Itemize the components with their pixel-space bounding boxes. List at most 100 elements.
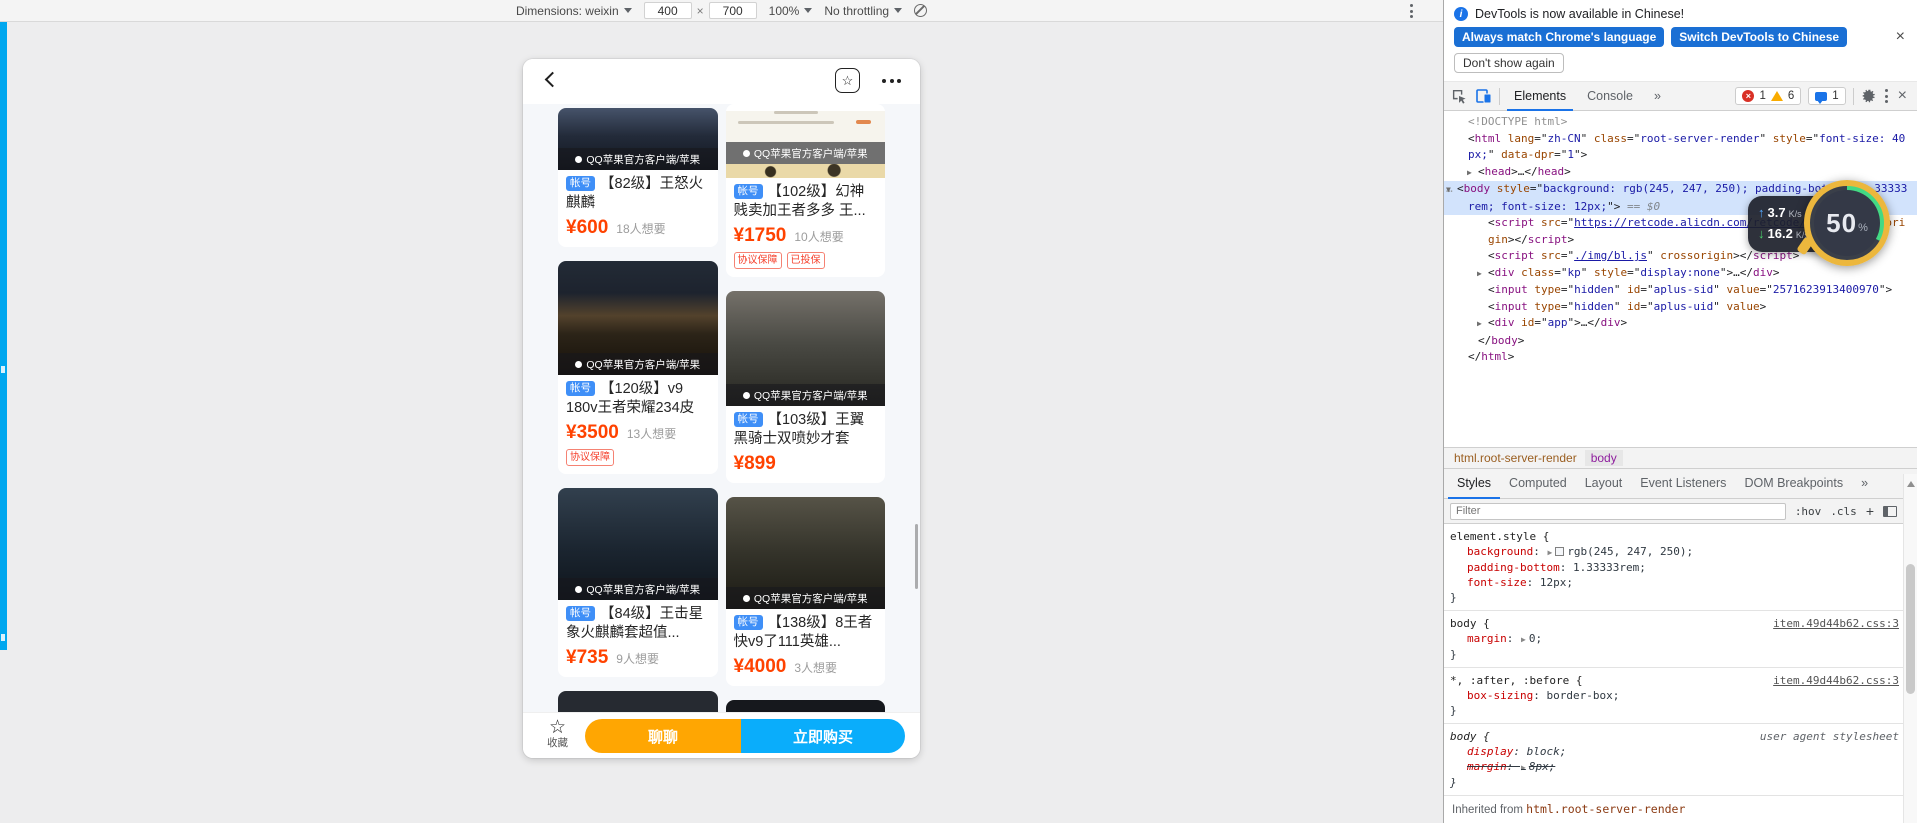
gear-icon[interactable] (1861, 88, 1878, 105)
tab-event-listeners[interactable]: Event Listeners (1631, 469, 1735, 499)
product-price: ¥3500 (566, 422, 619, 444)
phone-scrollbar-thumb[interactable] (915, 524, 918, 589)
tab-dom-breakpoints[interactable]: DOM Breakpoints (1735, 469, 1852, 499)
chat-button[interactable]: 聊聊 (585, 719, 741, 753)
breadcrumb-body[interactable]: body (1585, 450, 1623, 466)
style-rule[interactable]: user agent stylesheetbody {display: bloc… (1444, 724, 1903, 796)
account-badge: 帐号 (734, 184, 763, 199)
expand-arrow-icon: ▼ (1446, 182, 1457, 199)
account-badge: 帐号 (566, 381, 595, 396)
product-card[interactable]: QQ苹果官方客户端/苹果 帐号【138级】8王者 快v9了111英雄... ¥4… (726, 497, 886, 686)
upload-arrow-icon: ↑ (1758, 203, 1765, 223)
product-card-partial[interactable] (726, 700, 886, 712)
product-card-partial[interactable] (558, 691, 718, 712)
notification-close-icon[interactable]: × (1896, 30, 1905, 44)
tree-line[interactable]: </body> (1444, 333, 1917, 350)
more-sidebar-tabs-icon[interactable]: » (1852, 469, 1877, 499)
more-tabs-icon[interactable]: » (1647, 82, 1668, 111)
devtools-close-icon[interactable]: × (1895, 87, 1910, 105)
tree-line[interactable]: <input type="hidden" id="aplus-sid" valu… (1444, 282, 1917, 299)
style-property[interactable]: margin: ▶8px; (1450, 759, 1899, 775)
style-property[interactable]: padding-bottom: 1.33333rem; (1450, 560, 1899, 575)
style-rule[interactable]: item.49d44b62.css:3body {margin: ▶0;} (1444, 611, 1903, 668)
style-rule[interactable]: element.style {background: ▶rgb(245, 247… (1444, 524, 1903, 611)
apple-icon (743, 595, 750, 602)
throttling-select[interactable]: No throttling (824, 4, 902, 18)
no-throttle-icon[interactable] (914, 4, 927, 17)
style-property[interactable]: background: ▶rgb(245, 247, 250); (1450, 544, 1899, 560)
hov-toggle[interactable]: :hov (1795, 505, 1822, 518)
product-price: ¥899 (734, 453, 776, 475)
scroll-up-icon[interactable] (1907, 481, 1915, 487)
stylesheet-link[interactable]: user agent stylesheet (1760, 729, 1899, 744)
sidebar-pane-icon[interactable] (1883, 506, 1897, 517)
tab-console[interactable]: Console (1580, 82, 1640, 111)
style-property[interactable]: margin: ▶0; (1450, 631, 1899, 647)
styles-rules: element.style {background: ▶rgb(245, 247… (1444, 524, 1917, 823)
styles-scrollbar[interactable] (1903, 474, 1917, 823)
style-property[interactable]: font-size: 12px; (1450, 575, 1899, 590)
gauge-percent: 50 (1826, 208, 1857, 239)
dimensions-select[interactable]: Dimensions: weixin (516, 4, 632, 18)
stylesheet-link[interactable]: item.49d44b62.css:3 (1773, 673, 1899, 688)
device-toolbar-icon[interactable] (1475, 88, 1492, 105)
stylesheet-link[interactable]: item.49d44b62.css:3 (1773, 616, 1899, 631)
tab-layout[interactable]: Layout (1576, 469, 1632, 499)
app-header: ☆ (523, 59, 920, 104)
match-language-button[interactable]: Always match Chrome's language (1454, 27, 1664, 47)
product-card[interactable]: QQ苹果官方客户端/苹果 帐号【84级】王击星象火麒麟套超值... ¥735 9… (558, 488, 718, 677)
styles-filter-input[interactable] (1450, 503, 1786, 520)
info-icon: i (1454, 7, 1468, 21)
product-card[interactable]: QQ苹果官方客户端/苹果 帐号【103级】王翼黑骑士双喷妙才套 ¥899 (726, 291, 886, 483)
tree-line[interactable]: <input type="hidden" id="aplus-uid" valu… (1444, 299, 1917, 316)
devtools-kebab-menu[interactable] (1885, 89, 1888, 103)
inspect-element-icon[interactable] (1451, 88, 1468, 105)
tree-line[interactable]: ▶<head>…</head> (1444, 164, 1917, 182)
scrollbar-thumb[interactable] (1906, 564, 1915, 694)
product-card[interactable]: QQ苹果官方客户端/苹果 帐号【102级】幻神贱卖加王者多多 王... ¥175… (726, 104, 886, 277)
breadcrumb-html[interactable]: html.root-server-render (1450, 450, 1581, 466)
apple-icon (743, 392, 750, 399)
image-watermark: QQ苹果官方客户端/苹果 (726, 587, 886, 609)
device-width-input[interactable] (644, 2, 692, 19)
style-property[interactable]: box-sizing: border-box; (1450, 688, 1899, 703)
product-feed[interactable]: QQ苹果官方客户端/苹果 帐号【82级】王怒火麒麟 ¥600 18人想要 (523, 104, 920, 712)
more-menu-icon[interactable] (882, 79, 901, 83)
product-image: QQ苹果官方客户端/苹果 (558, 488, 718, 600)
dont-show-again-button[interactable]: Don't show again (1454, 53, 1564, 73)
product-card[interactable]: QQ苹果官方客户端/苹果 帐号【120级】v9 180v王者荣耀234皮 ¥35… (558, 261, 718, 474)
product-image: QQ苹果官方客户端/苹果 (726, 291, 886, 406)
image-watermark: QQ苹果官方客户端/苹果 (726, 142, 886, 164)
toolbar-kebab-menu[interactable] (1410, 4, 1413, 18)
tree-line[interactable]: ▶<div class="kp" style="display:none">…<… (1444, 265, 1917, 283)
tab-styles[interactable]: Styles (1448, 469, 1500, 499)
product-card[interactable]: QQ苹果官方客户端/苹果 帐号【82级】王怒火麒麟 ¥600 18人想要 (558, 108, 718, 247)
back-icon[interactable] (545, 72, 561, 88)
style-rule[interactable]: item.49d44b62.css:3*, :after, :before {b… (1444, 668, 1903, 724)
cls-toggle[interactable]: .cls (1830, 505, 1857, 518)
favorite-button[interactable]: ☆ 收藏 (547, 717, 568, 749)
tab-computed[interactable]: Computed (1500, 469, 1576, 499)
tab-elements[interactable]: Elements (1507, 82, 1573, 111)
console-status-badges[interactable]: × 1 6 (1735, 87, 1801, 105)
warning-icon (1771, 91, 1783, 101)
performance-gauge-overlay[interactable]: 50 % (1804, 180, 1890, 266)
buy-now-button[interactable]: 立即购买 (741, 719, 905, 753)
zoom-select[interactable]: 100% (769, 4, 813, 18)
issues-badge[interactable]: 1 (1808, 87, 1845, 105)
new-style-rule-button[interactable]: + (1866, 503, 1874, 519)
device-height-input[interactable] (709, 2, 757, 19)
switch-chinese-button[interactable]: Switch DevTools to Chinese (1671, 27, 1847, 47)
chevron-down-icon (894, 8, 902, 13)
product-title: 帐号【102级】幻神贱卖加王者多多 王... (734, 183, 878, 221)
tree-line[interactable]: <!DOCTYPE html> (1444, 114, 1917, 131)
download-speed: 16.2 (1768, 224, 1793, 244)
apple-icon (575, 156, 582, 163)
want-count: 9人想要 (616, 650, 659, 667)
want-count: 13人想要 (627, 425, 676, 442)
tree-line[interactable]: </html> (1444, 349, 1917, 366)
style-property[interactable]: display: block; (1450, 744, 1899, 759)
tree-line[interactable]: <html lang="zh-CN" class="root-server-re… (1444, 131, 1917, 164)
tree-line[interactable]: ▶<div id="app">…</div> (1444, 315, 1917, 333)
bookmark-star-icon[interactable]: ☆ (835, 68, 860, 93)
